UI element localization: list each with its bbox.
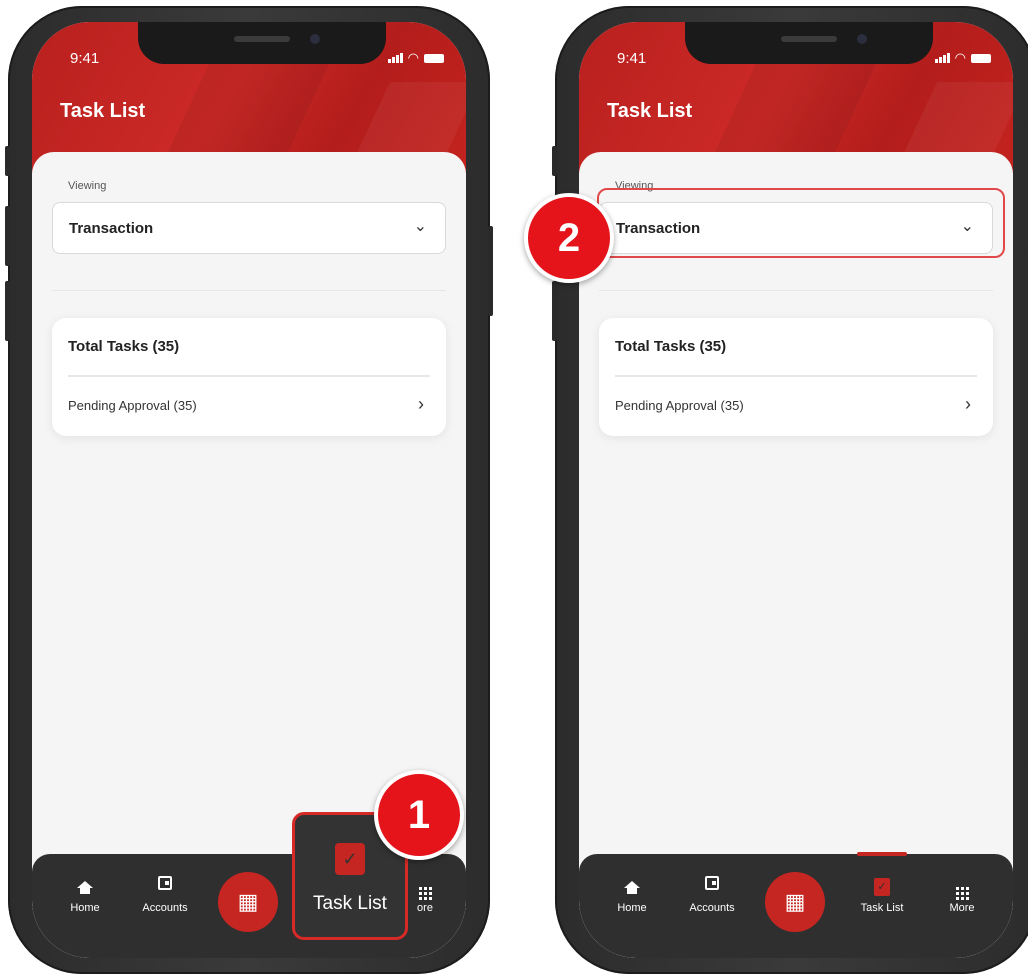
- qr-code-icon: ▦: [784, 889, 806, 914]
- volume-down-button: [5, 281, 10, 341]
- total-tasks-card: Total Tasks (35) Pending Approval (35) ›: [599, 318, 993, 436]
- pending-approval-row[interactable]: Pending Approval (35) ›: [615, 384, 977, 428]
- wallet-icon: [677, 876, 747, 896]
- tab-more-label: More: [949, 902, 975, 914]
- total-tasks-card: Total Tasks (35) Pending Approval (35) ›: [52, 318, 446, 436]
- view-selector-highlight: [597, 188, 1005, 258]
- qr-scan-button[interactable]: ▦: [218, 872, 278, 932]
- notch: [138, 22, 386, 64]
- signal-icon: [387, 53, 403, 63]
- wifi-icon: ◠: [407, 50, 419, 65]
- notch: [685, 22, 933, 64]
- status-time: 9:41: [617, 50, 647, 67]
- chevron-right-icon: ›: [418, 394, 424, 414]
- bottom-tab-bar: Home Accounts ▦ ✓ Task List More: [579, 852, 1013, 958]
- view-selector[interactable]: Transaction ⌄: [52, 202, 446, 254]
- divider: [599, 290, 993, 291]
- divider: [52, 290, 446, 291]
- qr-scan-button[interactable]: ▦: [765, 872, 825, 932]
- status-icons: ◠: [387, 50, 444, 66]
- volume-down-button: [552, 281, 557, 341]
- active-tab-indicator: [857, 852, 907, 856]
- tab-home[interactable]: Home: [597, 876, 667, 914]
- battery-icon: [971, 53, 991, 63]
- tab-task-list-label: Task List: [860, 902, 904, 914]
- card-divider: [68, 375, 430, 377]
- tab-more[interactable]: More: [927, 876, 997, 914]
- tab-accounts[interactable]: Accounts: [677, 876, 747, 914]
- step-2-badge: 2: [524, 193, 614, 283]
- battery-icon: [424, 53, 444, 63]
- page-title: Task List: [60, 100, 146, 122]
- clipboard-check-icon: ✓: [847, 876, 917, 896]
- mute-switch: [5, 146, 10, 176]
- screen: 9:41 ◠ Task List Viewing Transaction ⌄ T…: [579, 22, 1013, 958]
- phone-right: 9:41 ◠ Task List Viewing Transaction ⌄ T…: [552, 6, 1028, 974]
- total-tasks-title: Total Tasks (35): [68, 338, 180, 355]
- step-1-badge: 1: [374, 770, 464, 860]
- home-icon: [597, 876, 667, 896]
- status-time: 9:41: [70, 50, 100, 67]
- mute-switch: [552, 146, 557, 176]
- page-title: Task List: [607, 100, 693, 122]
- chevron-right-icon: ›: [965, 394, 971, 414]
- power-button: [488, 226, 493, 316]
- wallet-icon: [130, 876, 200, 896]
- qr-code-icon: ▦: [237, 889, 259, 914]
- tab-task-list[interactable]: ✓ Task List: [847, 876, 917, 914]
- clipboard-check-icon: ✓: [335, 843, 365, 875]
- tab-home[interactable]: Home: [50, 876, 120, 914]
- pending-approval-label: Pending Approval (35): [68, 398, 197, 413]
- volume-up-button: [5, 206, 10, 266]
- wifi-icon: ◠: [954, 50, 966, 65]
- tab-accounts[interactable]: Accounts: [130, 876, 200, 914]
- grid-icon: [927, 876, 997, 900]
- signal-icon: [934, 53, 950, 63]
- viewing-label: Viewing: [68, 180, 107, 192]
- task-list-zoom-label: Task List: [313, 893, 387, 914]
- tab-accounts-label: Accounts: [689, 902, 735, 914]
- tab-accounts-label: Accounts: [142, 902, 188, 914]
- total-tasks-title: Total Tasks (35): [615, 338, 727, 355]
- pending-approval-row[interactable]: Pending Approval (35) ›: [68, 384, 430, 428]
- tab-home-label: Home: [70, 902, 100, 914]
- view-selector-value: Transaction: [69, 220, 154, 237]
- chevron-down-icon: ⌄: [413, 218, 427, 235]
- content-area: Viewing Transaction ⌄ Total Tasks (35) P…: [579, 152, 1013, 958]
- home-icon: [50, 876, 120, 896]
- tab-home-label: Home: [617, 902, 647, 914]
- status-icons: ◠: [934, 50, 991, 66]
- pending-approval-label: Pending Approval (35): [615, 398, 744, 413]
- card-divider: [615, 375, 977, 377]
